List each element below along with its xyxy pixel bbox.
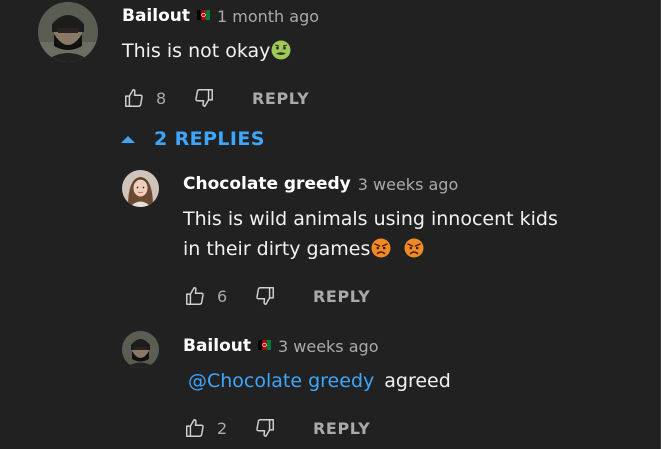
comment-header: Bailout 1 month ago	[122, 6, 319, 26]
reply-button[interactable]: REPLY	[313, 287, 370, 306]
dislike-icon[interactable]	[192, 86, 216, 110]
like-icon[interactable]	[122, 86, 146, 110]
afghanistan-flag-icon	[197, 10, 210, 20]
reply-text-line-2-body: in their dirty games	[183, 238, 371, 260]
avatar[interactable]	[122, 170, 159, 207]
like-count: 6	[217, 286, 228, 306]
reply-text-line-1: This is wild animals using innocent kids	[183, 208, 558, 230]
avatar[interactable]	[122, 331, 159, 368]
author-name[interactable]: Bailout	[122, 6, 190, 26]
reply-actions: 2 REPLY	[183, 416, 370, 440]
author-name[interactable]: Bailout	[183, 336, 251, 356]
reply-header: Chocolate greedy 3 weeks ago	[183, 174, 458, 194]
replies-toggle-button[interactable]: 2 REPLIES	[120, 128, 265, 150]
comment-body: This is not okay	[122, 40, 271, 62]
like-icon[interactable]	[183, 416, 207, 440]
author-name[interactable]: Chocolate greedy	[183, 174, 351, 194]
reply-text-line-2: in their dirty games	[183, 234, 558, 264]
like-count: 2	[217, 418, 228, 438]
comment-text: This is not okay	[122, 36, 291, 66]
reply-text: This is wild animals using innocent kids…	[183, 204, 558, 264]
dislike-icon[interactable]	[253, 416, 277, 440]
nauseated-face-emoji	[271, 40, 291, 60]
afghanistan-flag-icon	[258, 340, 271, 350]
replies-count-label: 2 REPLIES	[154, 128, 265, 150]
timestamp[interactable]: 1 month ago	[217, 7, 319, 26]
angry-face-emoji	[404, 238, 424, 258]
reply-actions: 6 REPLY	[183, 284, 370, 308]
comment-actions: 8 REPLY	[122, 86, 309, 110]
reply-button[interactable]: REPLY	[313, 419, 370, 438]
mention-link[interactable]: @Chocolate greedy	[188, 370, 374, 392]
reply-body: agreed	[384, 370, 451, 392]
dislike-icon[interactable]	[253, 284, 277, 308]
timestamp[interactable]: 3 weeks ago	[358, 175, 458, 194]
like-icon[interactable]	[183, 284, 207, 308]
caret-up-icon	[120, 134, 136, 144]
timestamp[interactable]: 3 weeks ago	[278, 337, 378, 356]
like-count: 8	[156, 88, 167, 108]
avatar[interactable]	[38, 2, 98, 62]
reply-text: @Chocolate greedy agreed	[188, 366, 451, 396]
angry-face-emoji	[371, 238, 391, 258]
reply-button[interactable]: REPLY	[252, 89, 309, 108]
reply-header: Bailout 3 weeks ago	[183, 336, 378, 356]
